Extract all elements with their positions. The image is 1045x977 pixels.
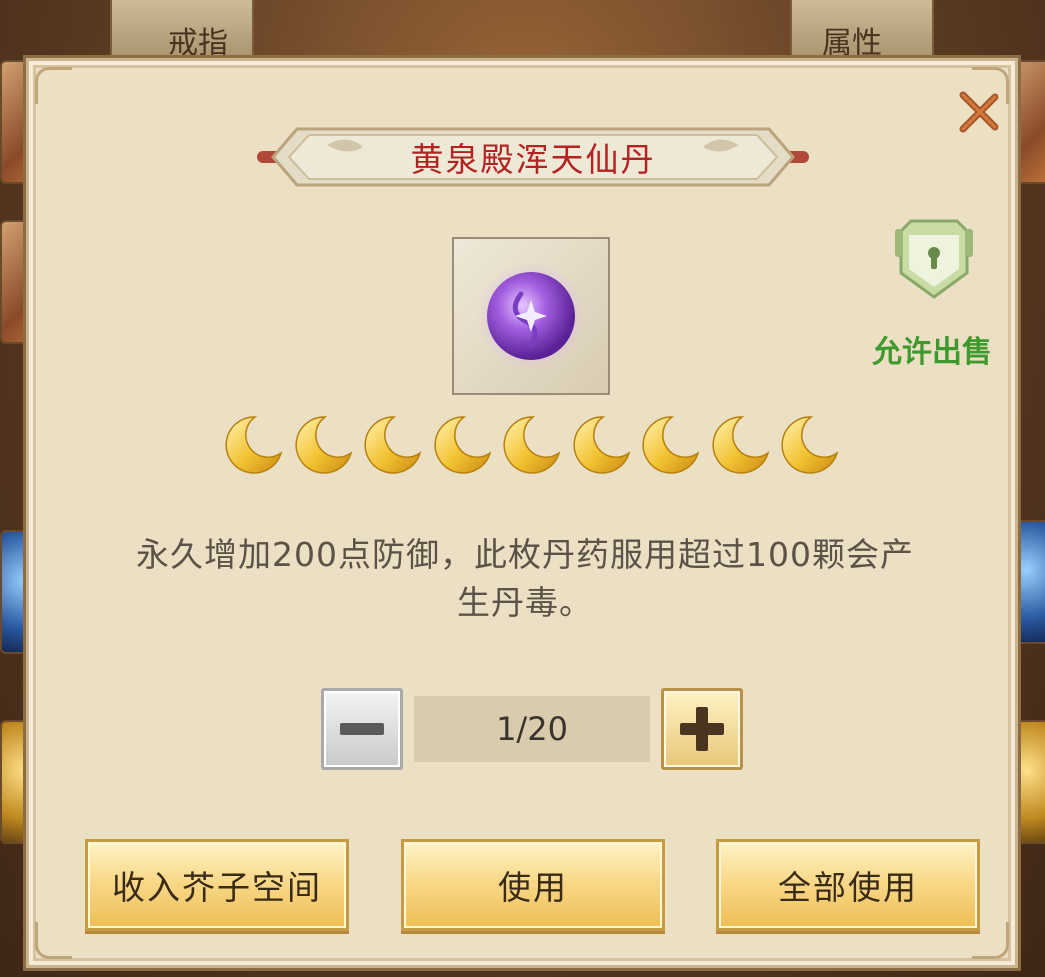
use-button[interactable]: 使用 <box>401 839 665 931</box>
crescent-moon-icon <box>642 416 700 474</box>
increase-quantity-button[interactable] <box>661 688 743 770</box>
background-tab-label: 属性 <box>822 26 882 61</box>
sell-status-label: 允许出售 <box>872 335 992 370</box>
description-line: 永久增加200点防御，此枚丹药服用超过100颗会产 <box>136 535 914 574</box>
frame-corner-ornament <box>35 922 72 959</box>
crescent-moon-icon <box>225 416 283 474</box>
item-title: 黄泉殿浑天仙丹 <box>410 140 656 179</box>
frame-corner-ornament <box>35 67 72 104</box>
minus-icon <box>340 723 384 735</box>
item-detail-dialog: 黄泉殿浑天仙丹 允许出售 永久增加200点防御，此枚丹药服用超过100颗会产 生… <box>26 58 1018 968</box>
store-in-space-button[interactable]: 收入芥子空间 <box>85 839 349 931</box>
title-banner: 黄泉殿浑天仙丹 <box>257 123 809 191</box>
purple-pill-icon <box>477 262 585 370</box>
quantity-display: 1/20 <box>414 696 650 762</box>
background-tab-ring: 戒指 <box>110 0 254 62</box>
item-description: 永久增加200点防御，此枚丹药服用超过100颗会产 生丹毒。 <box>79 531 971 627</box>
plus-icon <box>680 707 724 751</box>
close-button[interactable] <box>949 83 1007 141</box>
background-tab-label: 戒指 <box>168 26 228 61</box>
crescent-moon-icon <box>572 416 630 474</box>
crescent-moon-icon <box>294 416 352 474</box>
item-icon-frame <box>452 237 610 395</box>
crescent-moon-icon <box>503 416 561 474</box>
rarity-moons <box>221 413 841 485</box>
crescent-moon-icon <box>711 416 769 474</box>
lock-icon <box>895 219 973 299</box>
background-tab-attributes: 属性 <box>790 0 934 62</box>
description-line: 生丹毒。 <box>457 583 593 622</box>
crescent-moon-icon <box>781 416 839 474</box>
close-icon <box>959 91 999 133</box>
use-all-button[interactable]: 全部使用 <box>716 839 980 931</box>
crescent-moon-icon <box>433 416 491 474</box>
crescent-moon-icon <box>364 416 422 474</box>
decrease-quantity-button[interactable] <box>321 688 403 770</box>
